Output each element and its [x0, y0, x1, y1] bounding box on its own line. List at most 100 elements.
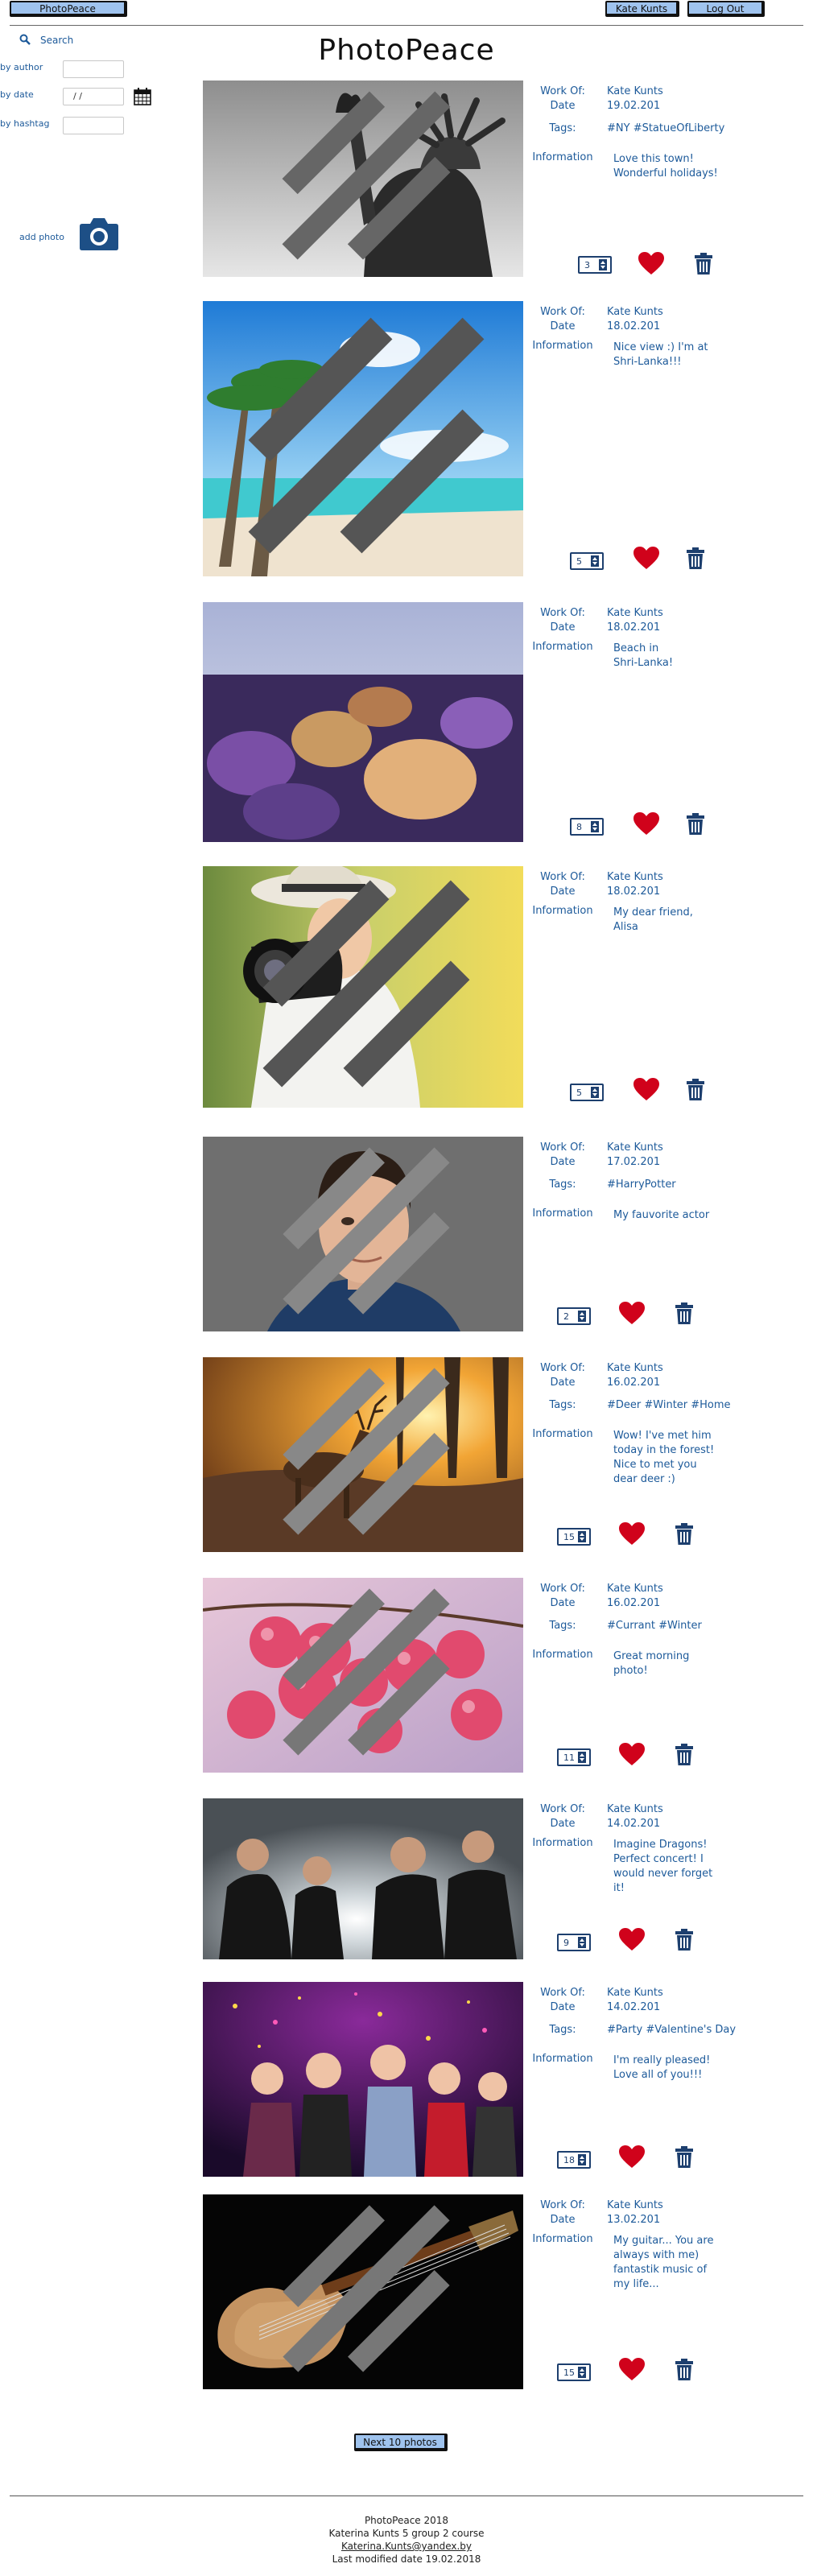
photo-6[interactable]: [203, 1357, 523, 1552]
photo-3[interactable]: [203, 602, 523, 842]
heart-icon[interactable]: [618, 1742, 646, 1766]
heart-icon[interactable]: [638, 251, 665, 275]
spinner-arrows-icon[interactable]: [591, 1087, 599, 1098]
photo-4[interactable]: [203, 866, 523, 1108]
trash-icon[interactable]: [686, 813, 705, 836]
heart-icon[interactable]: [618, 1927, 646, 1951]
photo-10[interactable]: [203, 2194, 523, 2389]
user-button[interactable]: Kate Kunts: [605, 1, 679, 17]
hashtag-filter-input[interactable]: [63, 117, 124, 134]
likes-counter[interactable]: 2: [557, 1307, 591, 1325]
trash-icon[interactable]: [675, 1302, 694, 1325]
likes-counter[interactable]: 5: [570, 552, 604, 570]
spinner-arrows-icon[interactable]: [578, 1531, 586, 1542]
information-text: Shri-Lanka!: [613, 657, 674, 669]
next-photos-button[interactable]: Next 10 photos: [354, 2434, 448, 2451]
photo-1[interactable]: [203, 80, 523, 277]
tags-value[interactable]: #HarryPotter: [607, 1179, 676, 1191]
calendar-icon[interactable]: [134, 88, 151, 105]
camera-icon[interactable]: [79, 216, 119, 251]
trash-icon[interactable]: [675, 2359, 694, 2381]
information-label: Information: [532, 2053, 593, 2065]
likes-count: 9: [563, 1938, 569, 1948]
tags-value[interactable]: #NY #StatueOfLiberty: [607, 122, 724, 135]
resize-icon[interactable]: [206, 2194, 523, 2386]
trash-icon[interactable]: [675, 2146, 694, 2169]
photo-8[interactable]: [203, 1798, 523, 1959]
likes-counter[interactable]: 9: [557, 1934, 591, 1951]
likes-counter[interactable]: 15: [557, 1528, 591, 1546]
trash-icon[interactable]: [675, 1744, 694, 1766]
spinner-arrows-icon[interactable]: [578, 1311, 586, 1322]
spinner-arrows-icon[interactable]: [599, 259, 607, 270]
date-value: 18.02.201: [607, 886, 661, 898]
heart-icon[interactable]: [618, 1301, 646, 1325]
date-filter-input[interactable]: / /: [63, 88, 124, 105]
information-text: I'm really pleased!: [613, 2054, 711, 2066]
information-label: Information: [532, 1837, 593, 1849]
date-label: Date: [550, 100, 576, 112]
spinner-arrows-icon[interactable]: [578, 2154, 586, 2165]
author-value: Kate Kunts: [607, 1362, 663, 1374]
photo-7[interactable]: [203, 1578, 523, 1773]
resize-icon[interactable]: [206, 301, 523, 573]
tags-label: Tags:: [549, 1179, 576, 1191]
spinner-arrows-icon[interactable]: [591, 821, 599, 832]
heart-icon[interactable]: [633, 1077, 660, 1101]
likes-counter[interactable]: 18: [557, 2151, 591, 2169]
information-text: My fauvorite actor: [613, 1209, 710, 1221]
spinner-arrows-icon[interactable]: [591, 555, 599, 567]
date-label: Date: [550, 320, 576, 332]
trash-icon[interactable]: [675, 1523, 694, 1546]
photo-9[interactable]: [203, 1982, 523, 2177]
heart-icon[interactable]: [618, 1521, 646, 1546]
author-filter-input[interactable]: [63, 60, 124, 78]
likes-count: 18: [563, 2155, 575, 2165]
heart-icon[interactable]: [618, 2357, 646, 2381]
heart-icon[interactable]: [633, 546, 660, 570]
by-hashtag-label: by hashtag: [0, 118, 50, 129]
information-text: Alisa: [613, 921, 638, 933]
photo-5[interactable]: [203, 1137, 523, 1331]
tags-value[interactable]: #Deer #Winter #Home: [607, 1399, 731, 1412]
resize-icon[interactable]: [206, 1578, 523, 1769]
date-value: 18.02.201: [607, 320, 661, 332]
tags-value[interactable]: #Party #Valentine's Day: [607, 2024, 736, 2037]
photo-2[interactable]: [203, 301, 523, 576]
likes-counter[interactable]: 3: [578, 256, 612, 274]
likes-counter[interactable]: 8: [570, 818, 604, 836]
trash-icon[interactable]: [686, 1079, 705, 1101]
email-link[interactable]: Katerina.Kunts@yandex.by: [341, 2541, 472, 2552]
author-value: Kate Kunts: [607, 1803, 663, 1815]
information-text: My guitar... You are: [613, 2235, 714, 2247]
spinner-arrows-icon[interactable]: [578, 2367, 586, 2378]
likes-counter[interactable]: 11: [557, 1748, 591, 1766]
brand-button[interactable]: PhotoPeace: [10, 1, 127, 17]
resize-icon[interactable]: [206, 80, 523, 274]
information-text: today in the forest!: [613, 1444, 715, 1456]
information-text: My dear friend,: [613, 906, 693, 919]
resize-icon[interactable]: [206, 1137, 523, 1328]
spinner-arrows-icon[interactable]: [578, 1752, 586, 1763]
resize-icon[interactable]: [206, 1357, 523, 1549]
heart-icon[interactable]: [618, 2145, 646, 2169]
likes-count: 5: [576, 556, 582, 567]
footer-email[interactable]: Katerina.Kunts@yandex.by: [0, 2541, 813, 2552]
information-label: Information: [532, 905, 593, 917]
trash-icon[interactable]: [694, 253, 713, 275]
trash-icon[interactable]: [686, 547, 705, 570]
spinner-arrows-icon[interactable]: [578, 1937, 586, 1948]
likes-count: 15: [563, 2368, 575, 2378]
likes-counter[interactable]: 15: [557, 2363, 591, 2381]
add-photo-label[interactable]: add photo: [19, 232, 64, 242]
information-label: Information: [532, 641, 593, 653]
trash-icon[interactable]: [675, 1929, 694, 1951]
information-label: Information: [532, 340, 593, 352]
tags-value[interactable]: #Currant #Winter: [607, 1620, 702, 1633]
likes-counter[interactable]: 5: [570, 1084, 604, 1101]
resize-icon[interactable]: [206, 866, 523, 1104]
logout-button[interactable]: Log Out: [687, 1, 765, 17]
heart-icon[interactable]: [633, 811, 660, 836]
header-divider: [10, 25, 803, 26]
tags-label: Tags:: [549, 2024, 576, 2036]
